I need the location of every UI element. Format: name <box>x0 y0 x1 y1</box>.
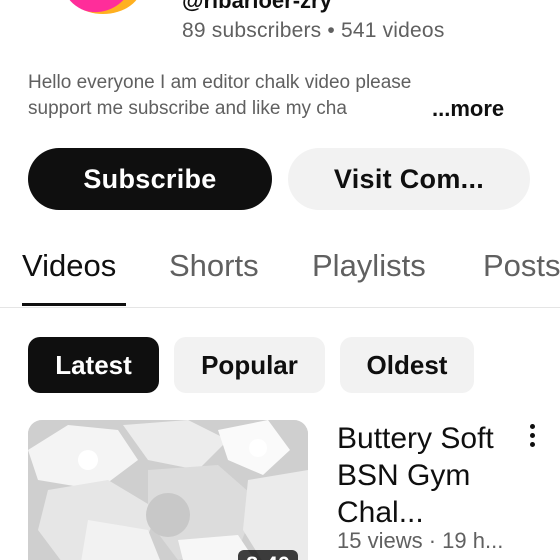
tab-playlists[interactable]: Playlists <box>312 248 426 284</box>
channel-avatar[interactable] <box>64 0 142 14</box>
tab-shorts[interactable]: Shorts <box>169 248 259 284</box>
video-title[interactable]: Buttery Soft BSN Gym Chal... <box>337 420 517 531</box>
subscriber-count: 89 subscribers <box>182 19 322 42</box>
stats-separator: • <box>327 19 335 42</box>
video-count: 541 videos <box>340 19 445 42</box>
active-tab-indicator <box>22 303 126 306</box>
tab-posts[interactable]: Posts <box>483 248 560 284</box>
more-link[interactable]: ...more <box>432 96 504 122</box>
channel-stats: 89 subscribers • 541 videos <box>182 19 445 43</box>
filter-chip-latest[interactable]: Latest <box>28 337 159 393</box>
video-thumbnail[interactable]: 8:40 <box>28 420 308 560</box>
video-duration-badge: 8:40 <box>237 550 298 560</box>
channel-handle: @ribarioer-zry <box>182 0 332 13</box>
tab-videos[interactable]: Videos <box>22 248 116 284</box>
visit-community-button[interactable]: Visit Com... <box>288 148 530 210</box>
filter-chip-popular[interactable]: Popular <box>174 337 325 393</box>
description-line-1: Hello everyone I am editor chalk video p… <box>28 72 412 93</box>
subscribe-button[interactable]: Subscribe <box>28 148 272 210</box>
thumbnail-image <box>28 420 308 560</box>
more-vert-icon[interactable] <box>520 424 544 450</box>
description-line-2: support me subscribe and like my cha <box>28 98 347 119</box>
filter-chip-oldest[interactable]: Oldest <box>340 337 474 393</box>
channel-tabs: Videos Shorts Playlists Posts <box>0 244 560 308</box>
video-metadata: 15 views · 19 h... <box>337 528 504 553</box>
